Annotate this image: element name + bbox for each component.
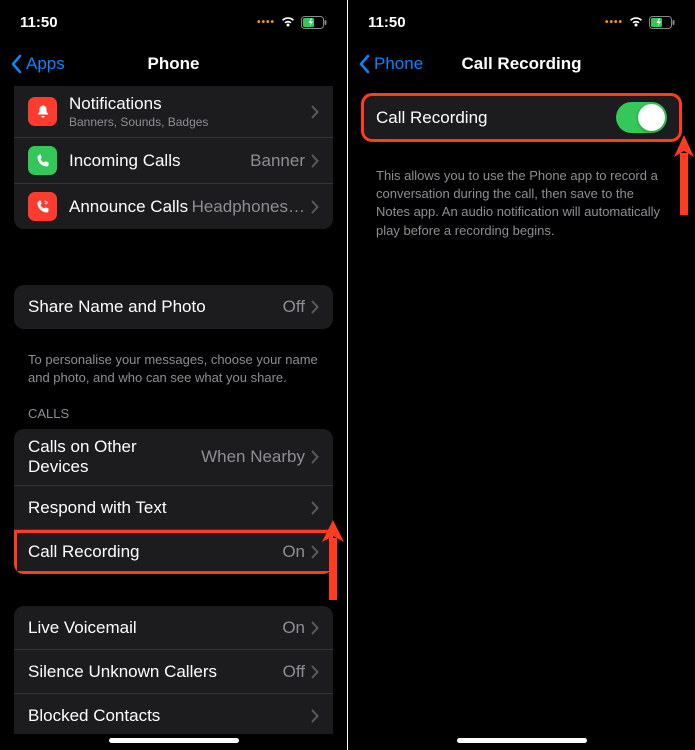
chevron-right-icon bbox=[311, 200, 319, 214]
row-call-recording[interactable]: Call Recording On bbox=[14, 530, 333, 574]
status-bar: 11:50 •••• bbox=[348, 0, 695, 44]
phone-settings-screen: 11:50 •••• Apps Phone Notifications Bann… bbox=[0, 0, 347, 750]
status-right: •••• bbox=[605, 16, 675, 29]
toggle-switch[interactable] bbox=[616, 102, 667, 133]
status-time: 11:50 bbox=[368, 14, 406, 31]
row-silence-unknown[interactable]: Silence Unknown Callers Off bbox=[14, 650, 333, 694]
settings-list[interactable]: Notifications Banners, Sounds, Badges In… bbox=[0, 84, 347, 734]
settings-list[interactable]: Call Recording This allows you to use th… bbox=[348, 84, 695, 734]
chevron-right-icon bbox=[311, 621, 319, 635]
row-respond-text[interactable]: Respond with Text bbox=[14, 486, 333, 530]
share-footer: To personalise your messages, choose you… bbox=[14, 345, 333, 402]
row-value: Off bbox=[283, 662, 305, 682]
group-misc: Live Voicemail On Silence Unknown Caller… bbox=[14, 606, 333, 734]
status-bar: 11:50 •••• bbox=[0, 0, 347, 44]
row-value: On bbox=[282, 618, 305, 638]
row-label: Call Recording bbox=[28, 542, 282, 562]
row-value: Headphones… bbox=[192, 197, 305, 217]
back-button[interactable]: Phone bbox=[358, 54, 423, 74]
row-sublabel: Banners, Sounds, Badges bbox=[69, 115, 311, 129]
row-value: On bbox=[282, 542, 305, 562]
back-label: Apps bbox=[26, 54, 65, 74]
chevron-right-icon bbox=[311, 501, 319, 515]
group-calls: Calls on Other Devices When Nearby Respo… bbox=[14, 429, 333, 574]
row-label: Share Name and Photo bbox=[28, 297, 283, 317]
row-share-name[interactable]: Share Name and Photo Off bbox=[14, 285, 333, 329]
bell-icon bbox=[28, 97, 57, 126]
chevron-right-icon bbox=[311, 709, 319, 723]
chevron-right-icon bbox=[311, 450, 319, 464]
row-live-voicemail[interactable]: Live Voicemail On bbox=[14, 606, 333, 650]
group-share: Share Name and Photo Off bbox=[14, 285, 333, 329]
row-value: Off bbox=[283, 297, 305, 317]
row-value: When Nearby bbox=[201, 447, 305, 467]
row-announce-calls[interactable]: Announce Calls Headphones… bbox=[14, 184, 333, 229]
chevron-right-icon bbox=[311, 154, 319, 168]
nav-bar: Apps Phone bbox=[0, 44, 347, 84]
status-time: 11:50 bbox=[20, 14, 58, 31]
row-incoming-calls[interactable]: Incoming Calls Banner bbox=[14, 138, 333, 184]
group-alerts: Notifications Banners, Sounds, Badges In… bbox=[14, 86, 333, 229]
row-value: Banner bbox=[250, 151, 305, 171]
row-notifications[interactable]: Notifications Banners, Sounds, Badges bbox=[14, 86, 333, 138]
back-label: Phone bbox=[374, 54, 423, 74]
battery-icon bbox=[649, 16, 675, 29]
row-label: Notifications bbox=[69, 94, 311, 114]
chevron-right-icon bbox=[311, 300, 319, 314]
row-label: Live Voicemail bbox=[28, 618, 282, 638]
nav-bar: Phone Call Recording bbox=[348, 44, 695, 84]
row-label: Respond with Text bbox=[28, 498, 311, 518]
status-right: •••• bbox=[257, 16, 327, 29]
recording-description: This allows you to use the Phone app to … bbox=[362, 157, 681, 250]
status-dots: •••• bbox=[605, 17, 623, 28]
chevron-left-icon bbox=[10, 54, 22, 74]
wifi-icon bbox=[628, 16, 644, 28]
home-indicator[interactable] bbox=[109, 738, 239, 743]
call-recording-screen: 11:50 •••• Phone Call Recording Call Rec… bbox=[348, 0, 695, 750]
row-other-devices[interactable]: Calls on Other Devices When Nearby bbox=[14, 429, 333, 486]
announce-icon bbox=[28, 192, 57, 221]
group-recording-toggle: Call Recording bbox=[362, 94, 681, 141]
row-label: Calls on Other Devices bbox=[28, 437, 201, 477]
row-label: Call Recording bbox=[376, 108, 616, 128]
wifi-icon bbox=[280, 16, 296, 28]
row-label: Blocked Contacts bbox=[28, 706, 311, 726]
battery-icon bbox=[301, 16, 327, 29]
status-dots: •••• bbox=[257, 17, 275, 28]
row-label: Silence Unknown Callers bbox=[28, 662, 283, 682]
row-blocked-contacts[interactable]: Blocked Contacts bbox=[14, 694, 333, 734]
chevron-right-icon bbox=[311, 105, 319, 119]
chevron-right-icon bbox=[311, 665, 319, 679]
calls-header: CALLS bbox=[14, 402, 333, 429]
chevron-left-icon bbox=[358, 54, 370, 74]
home-indicator[interactable] bbox=[457, 738, 587, 743]
phone-icon bbox=[28, 146, 57, 175]
row-call-recording-toggle[interactable]: Call Recording bbox=[362, 94, 681, 141]
row-label: Incoming Calls bbox=[69, 151, 250, 171]
back-button[interactable]: Apps bbox=[10, 54, 65, 74]
page-title: Phone bbox=[148, 54, 200, 74]
row-label: Announce Calls bbox=[69, 197, 192, 217]
toggle-knob bbox=[638, 104, 665, 131]
page-title: Call Recording bbox=[462, 54, 582, 74]
chevron-right-icon bbox=[311, 545, 319, 559]
